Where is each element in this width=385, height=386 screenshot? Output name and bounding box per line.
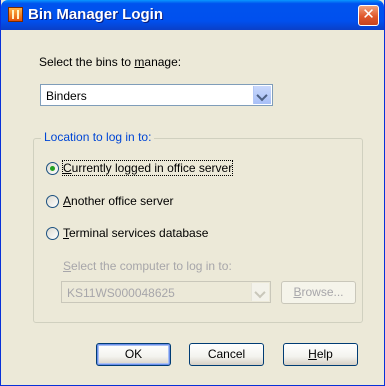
bins-label-accelerator: m [134, 55, 145, 69]
computer-label-text: elect the computer to log in to: [71, 259, 232, 273]
cancel-button[interactable]: Cancel [189, 343, 264, 366]
radio-current-office-server[interactable] [46, 162, 59, 175]
window-title: Bin Manager Login [28, 6, 163, 23]
help-accelerator: H [308, 347, 317, 361]
help-text: elp [316, 347, 333, 361]
radio-terminal-services-label[interactable]: Terminal services database [63, 226, 208, 240]
radio-another-office-server[interactable] [46, 195, 59, 208]
radio-current-accelerator: C [63, 161, 72, 175]
browse-text: rowse... [301, 285, 344, 299]
radio-terminal-services-database[interactable] [46, 227, 59, 240]
bin-manager-login-dialog: Bin Manager Login ✕ Select the bins to m… [0, 0, 385, 386]
bins-label-text: Select the bins to [39, 55, 135, 69]
radio-current-text: urrently logged in office server [71, 161, 233, 175]
computer-label: Select the computer to log in to: [63, 259, 232, 273]
help-button[interactable]: Help [283, 343, 358, 366]
radio-another-accelerator: A [63, 194, 72, 208]
bins-select[interactable]: Binders [40, 84, 273, 106]
computer-label-accelerator: S [63, 259, 72, 273]
radio-terminal-text: erminal services database [69, 226, 209, 240]
ok-button[interactable]: OK [96, 343, 171, 366]
bins-label: Select the bins to manage: [39, 55, 181, 69]
title-bar[interactable]: Bin Manager Login ✕ [1, 0, 384, 30]
bins-label-text-end: anage: [144, 55, 182, 69]
location-legend: Location to log in to: [41, 130, 155, 144]
radio-another-text: nother office server [71, 194, 174, 208]
bins-selected-value: Binders [46, 89, 87, 103]
radio-another-office-server-label[interactable]: Another office server [63, 194, 174, 208]
browse-button[interactable]: Browse... [281, 281, 356, 304]
computer-select[interactable]: KS11WS000048625 [61, 281, 271, 303]
radio-current-office-server-label[interactable]: Currently logged in office server [61, 160, 234, 176]
close-button[interactable]: ✕ [358, 5, 379, 26]
chevron-down-icon[interactable] [251, 283, 269, 301]
browse-accelerator: B [293, 285, 302, 299]
bin-manager-app-icon [8, 7, 23, 22]
computer-selected-value: KS11WS000048625 [67, 286, 175, 300]
chevron-down-icon[interactable] [253, 86, 271, 104]
